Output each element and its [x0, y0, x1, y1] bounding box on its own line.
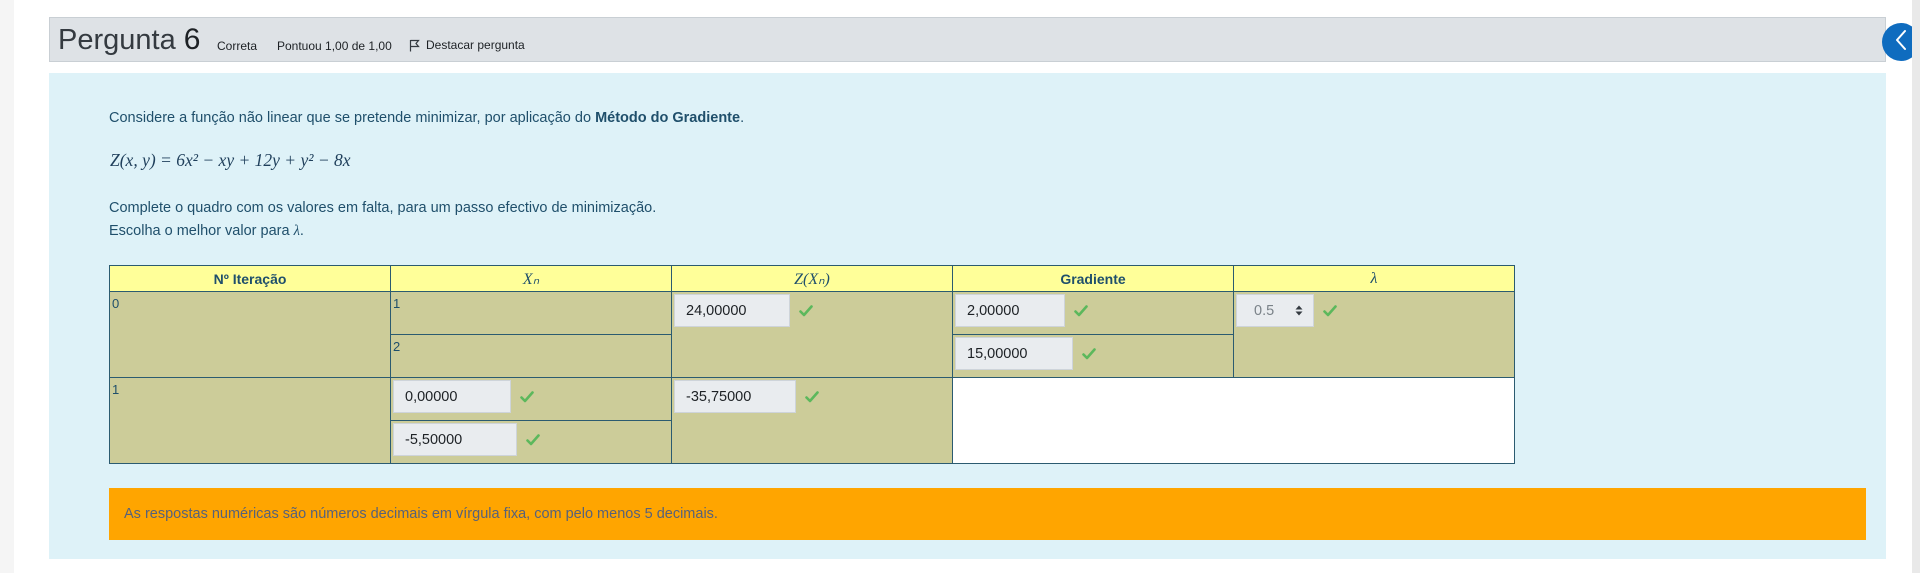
xn-cell: -5,50000 [390, 420, 672, 464]
sort-arrows-icon [1295, 305, 1303, 316]
check-icon [1323, 304, 1337, 317]
header-iteration: Nº Iteração [109, 265, 391, 292]
lambda-cell: 0.5 [1233, 291, 1515, 378]
answer-field-group: 2,00000 [955, 294, 1233, 327]
answer-field-group: 15,00000 [955, 337, 1233, 370]
iteration-number: 0 [112, 296, 120, 311]
header-xn: Xₙ [390, 265, 672, 292]
answer-field-group: 0.5 [1236, 294, 1514, 327]
xn-cell: 0,00000 [390, 377, 672, 421]
question-title: Pergunta 6 [58, 23, 200, 57]
xn-value: 1 [393, 296, 401, 311]
check-icon [1082, 347, 1096, 360]
instruction-choose-text: Escolha o melhor valor para [109, 223, 294, 239]
flag-question-label: Destacar pergunta [426, 38, 525, 52]
xn-1-answer-input[interactable]: 0,00000 [393, 380, 511, 413]
intro-end: . [740, 110, 745, 126]
iteration-cell: 1 [109, 377, 391, 464]
table-row: 0 1 24,00000 2,00000 0.5 [109, 291, 1515, 378]
xn-cell: 2 [390, 334, 672, 378]
gradient-method-table: Nº Iteração Xₙ Z(Xₙ) Gradiente λ 0 1 24,… [109, 265, 1515, 464]
xn-cell: 1 [390, 291, 672, 335]
instruction-complete-table: Complete o quadro com os valores em falt… [109, 200, 657, 216]
question-state: Correta [217, 39, 258, 53]
z-next-answer-input[interactable]: -35,75000 [674, 380, 796, 413]
chevron-left-icon [1894, 29, 1908, 56]
question-number: 6 [183, 23, 201, 56]
question-intro: Considere a função não linear que se pre… [109, 110, 744, 126]
intro-text: Considere a função não linear que se pre… [109, 110, 596, 126]
objective-function-formula: Z(x, y) = 6x² − xy + 12y + y² − 8x [110, 150, 351, 170]
gradient-2-answer-input[interactable]: 15,00000 [955, 337, 1073, 370]
instruction-choose-lambda: Escolha o melhor valor para λ. [109, 223, 304, 240]
lambda-select[interactable]: 0.5 [1236, 294, 1314, 327]
page: Pergunta 6 Correta Pontuou 1,00 de 1,00 … [14, 0, 1912, 573]
gradient-cell: 2,00000 [952, 291, 1234, 335]
answer-field-group: -5,50000 [393, 423, 671, 456]
check-icon [805, 390, 819, 403]
question-content: Considere a função não linear que se pre… [49, 73, 1886, 559]
check-icon [526, 433, 540, 446]
iteration-number: 1 [112, 382, 120, 397]
question-info-header: Pergunta 6 Correta Pontuou 1,00 de 1,00 … [49, 17, 1886, 62]
z-answer-input[interactable]: 24,00000 [674, 294, 790, 327]
header-gradient: Gradiente [952, 265, 1234, 292]
method-name: Método do Gradiente [595, 110, 741, 126]
scrollbar[interactable] [1912, 0, 1920, 573]
check-icon [1074, 304, 1088, 317]
gradient-cell: 15,00000 [952, 334, 1234, 378]
z-cell: -35,75000 [671, 377, 953, 464]
header-lambda: λ [1233, 265, 1515, 292]
numeric-format-notice: As respostas numéricas são números decim… [109, 488, 1866, 540]
xn-2-answer-input[interactable]: -5,50000 [393, 423, 517, 456]
question-label: Pergunta [58, 24, 176, 56]
z-cell: 24,00000 [671, 291, 953, 378]
table-row: 1 0,00000 -35,75000 [109, 377, 1515, 464]
iteration-cell: 0 [109, 291, 391, 378]
instruction-end: . [299, 223, 304, 239]
xn-value: 2 [393, 339, 401, 354]
answer-field-group: 24,00000 [674, 294, 952, 327]
answer-field-group: 0,00000 [393, 380, 671, 413]
gradient-1-answer-input[interactable]: 2,00000 [955, 294, 1065, 327]
header-zxn: Z(Xₙ) [671, 265, 953, 292]
lambda-selected-value: 0.5 [1254, 302, 1275, 319]
flag-icon [409, 39, 420, 52]
check-icon [799, 304, 813, 317]
table-header-row: Nº Iteração Xₙ Z(Xₙ) Gradiente λ [109, 265, 1515, 292]
flag-question-link[interactable]: Destacar pergunta [409, 38, 525, 52]
empty-cell [952, 377, 1515, 464]
question-grade: Pontuou 1,00 de 1,00 [277, 39, 392, 53]
answer-field-group: -35,75000 [674, 380, 952, 413]
check-icon [520, 390, 534, 403]
